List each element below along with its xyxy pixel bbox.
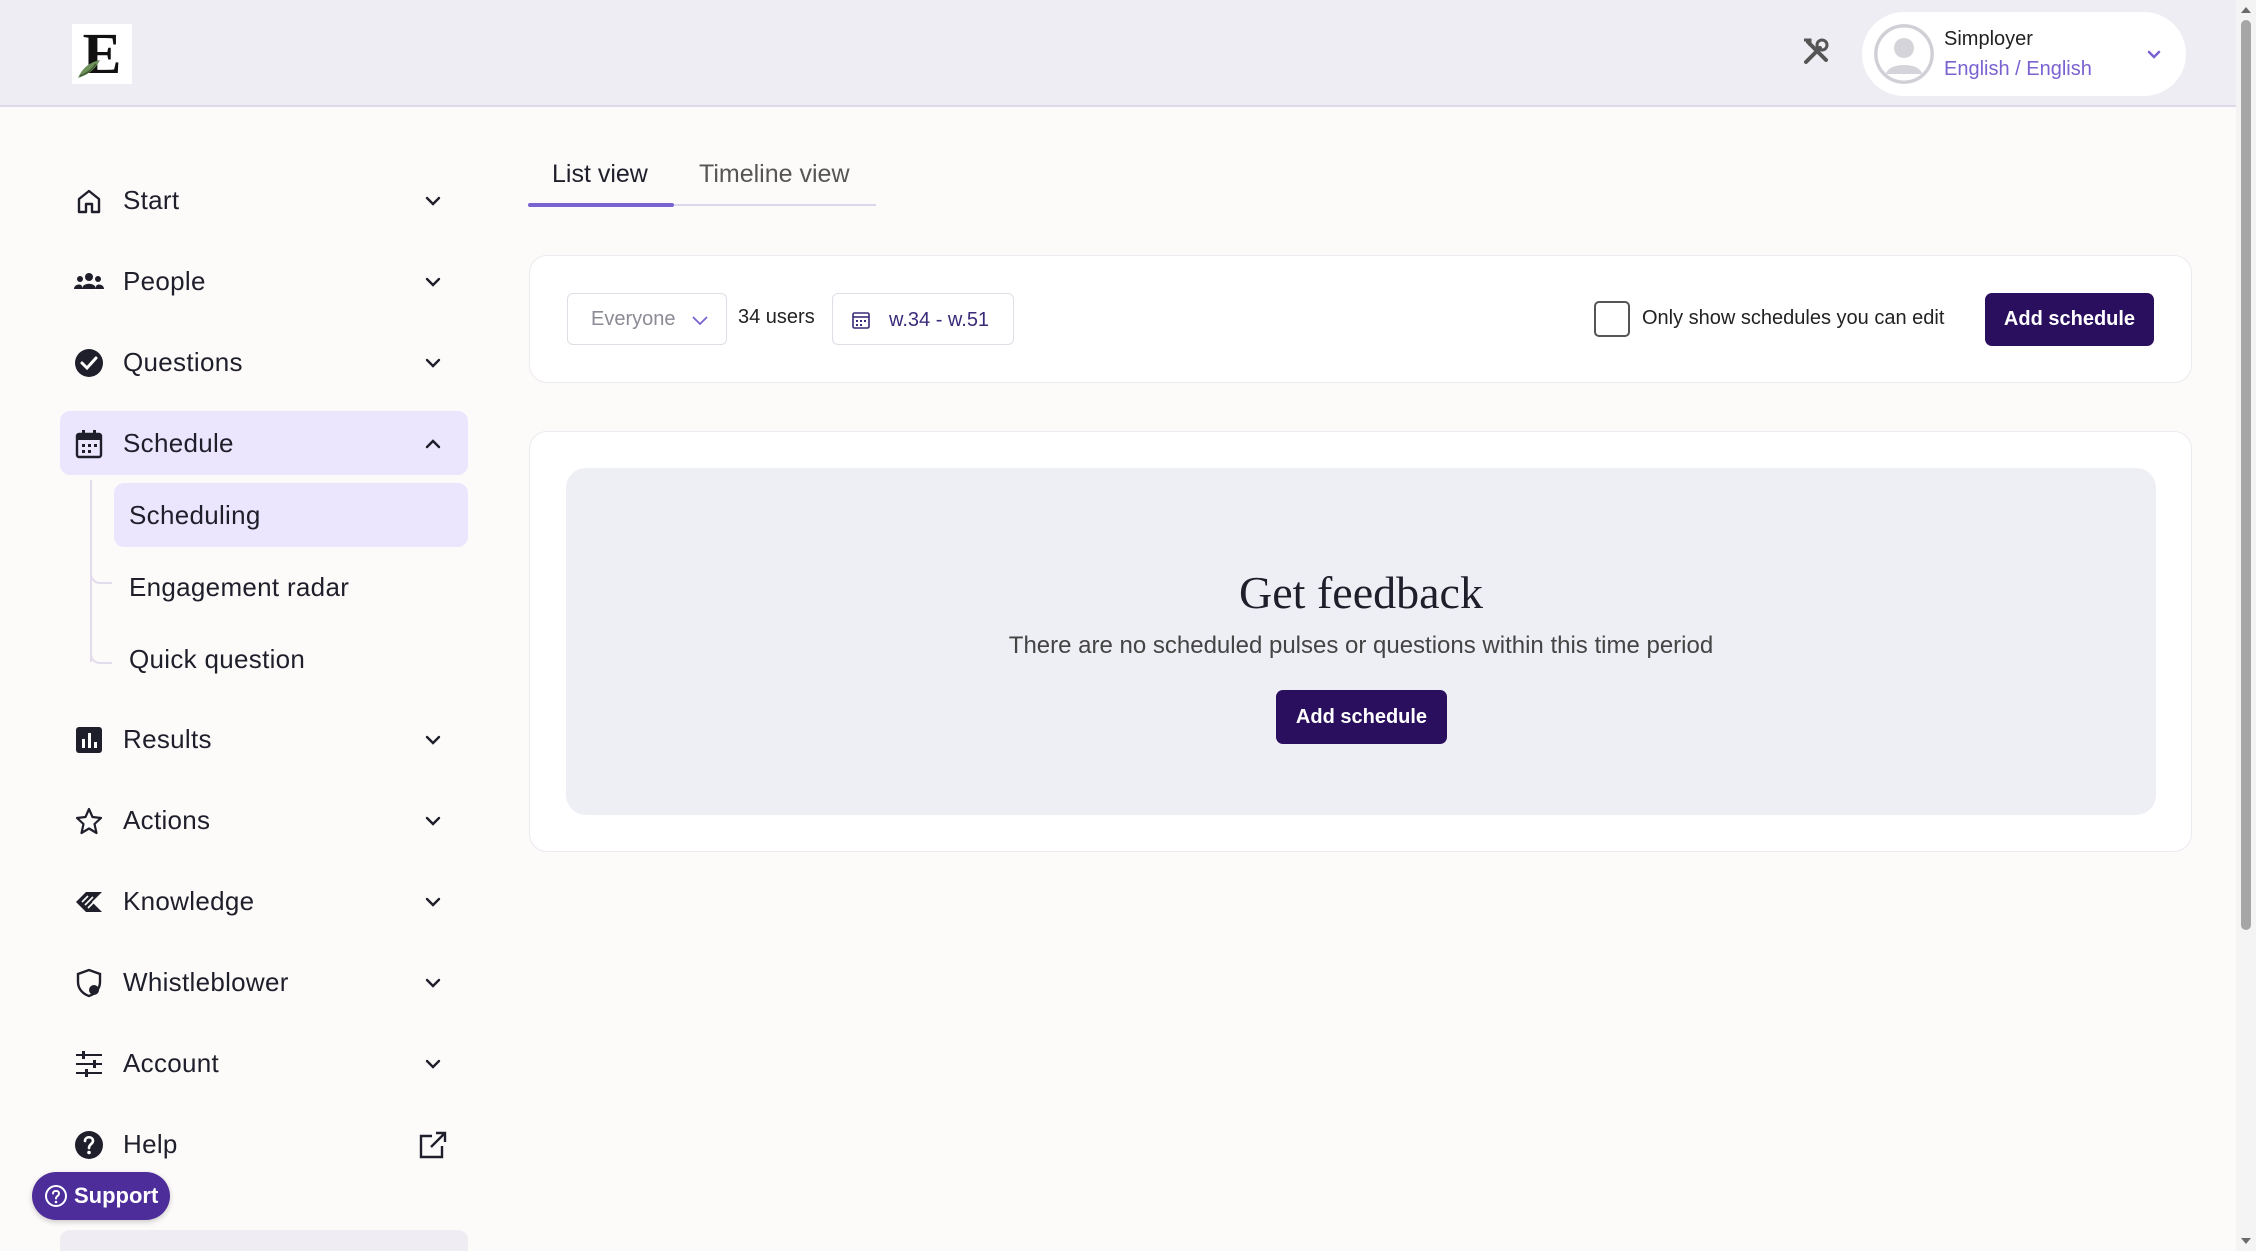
audience-select[interactable]: Everyone xyxy=(567,293,727,345)
tools-icon[interactable] xyxy=(1800,36,1832,68)
sidebar-item-account[interactable]: Account xyxy=(60,1031,468,1095)
only-editable-checkbox[interactable] xyxy=(1594,301,1630,337)
chevron-down-icon xyxy=(692,316,708,326)
sidebar-collapse-toggle[interactable] xyxy=(60,1230,468,1251)
home-icon xyxy=(77,189,101,214)
users-count: 34 users xyxy=(738,306,815,328)
week-range-label: w.34 - w.51 xyxy=(889,309,990,331)
sidebar-item-schedule[interactable]: Schedule xyxy=(60,411,468,475)
sliders-icon xyxy=(76,1051,102,1077)
sidebar-item-label: Help xyxy=(123,1129,178,1159)
sidebar-item-label: Knowledge xyxy=(123,886,255,916)
schedule-list-panel: Get feedback There are no scheduled puls… xyxy=(529,431,2192,852)
sidebar-item-label: Account xyxy=(123,1048,220,1078)
chevron-down-icon[interactable] xyxy=(2144,44,2164,64)
sidebar-item-label: Start xyxy=(123,185,180,215)
tab-list-view[interactable]: List view xyxy=(552,160,648,189)
sidebar-item-questions[interactable]: Questions xyxy=(60,330,468,394)
user-menu[interactable]: Simployer English / English xyxy=(1862,12,2186,96)
sidebar-item-label: People xyxy=(123,266,206,296)
shield-icon xyxy=(76,968,102,998)
sidebar-subitem-label: Engagement radar xyxy=(129,572,350,602)
sidebar-item-label: Results xyxy=(123,724,212,754)
sidebar-item-whistleblower[interactable]: Whistleblower xyxy=(60,950,468,1014)
help-icon xyxy=(75,1131,103,1159)
chevron-down-icon xyxy=(425,277,441,287)
user-icon xyxy=(1874,24,1934,84)
active-tab-indicator xyxy=(528,203,674,207)
user-name: Simployer xyxy=(1944,28,2033,50)
calendar-icon xyxy=(75,430,103,459)
sidebar-subitem-label: Scheduling xyxy=(129,500,261,530)
chevron-down-icon xyxy=(425,978,441,988)
avatar xyxy=(1874,24,1934,84)
chevron-down-icon xyxy=(425,897,441,907)
chevron-up-icon xyxy=(425,439,441,449)
knowledge-icon xyxy=(76,892,102,912)
chevron-down-icon xyxy=(425,735,441,745)
sidebar-subitem-scheduling[interactable]: Scheduling xyxy=(114,483,468,547)
check-circle-icon xyxy=(75,349,103,377)
sidebar-subitem-engagement-radar[interactable]: Engagement radar xyxy=(114,555,468,619)
sidebar-subitem-quick-question[interactable]: Quick question xyxy=(114,627,468,691)
user-language: English / English xyxy=(1944,58,2092,80)
empty-state-message: There are no scheduled pulses or questio… xyxy=(1008,632,1714,659)
week-range-picker[interactable]: w.34 - w.51 xyxy=(832,293,1014,345)
scroll-thumb[interactable] xyxy=(2241,20,2251,930)
sidebar-item-label: Schedule xyxy=(123,428,234,458)
audience-select-value: Everyone xyxy=(591,308,676,330)
support-button[interactable]: Support xyxy=(32,1172,170,1220)
sidebar-subitem-label: Quick question xyxy=(129,644,306,674)
empty-state-title: Get feedback xyxy=(1239,567,1483,618)
sidebar-item-actions[interactable]: Actions xyxy=(60,788,468,852)
only-editable-label: Only show schedules you can edit xyxy=(1642,307,1945,329)
external-link-icon xyxy=(419,1131,447,1159)
sidebar-item-label: Whistleblower xyxy=(123,967,289,997)
empty-state: Get feedback There are no scheduled puls… xyxy=(566,468,2156,815)
chevron-down-icon xyxy=(425,816,441,826)
sidebar-item-label: Actions xyxy=(123,805,211,835)
people-icon xyxy=(74,273,104,289)
sidebar-item-people[interactable]: People xyxy=(60,249,468,313)
add-schedule-button[interactable]: Add schedule xyxy=(1276,690,1447,744)
sidebar-item-knowledge[interactable]: Knowledge xyxy=(60,869,468,933)
leaf-icon xyxy=(78,60,100,78)
chevron-down-icon xyxy=(425,1059,441,1069)
support-label: Support xyxy=(74,1183,159,1208)
sidebar-item-results[interactable]: Results xyxy=(60,707,468,771)
submenu-connector xyxy=(90,568,112,584)
scroll-up-icon[interactable] xyxy=(2240,4,2252,16)
submenu-connector xyxy=(90,648,112,664)
sidebar-item-label: Questions xyxy=(123,347,243,377)
add-schedule-button[interactable]: Add schedule xyxy=(1985,293,2154,346)
company-logo[interactable]: E xyxy=(72,24,132,84)
tab-timeline-view[interactable]: Timeline view xyxy=(699,160,850,189)
scrollbar[interactable] xyxy=(2236,0,2256,1251)
bar-chart-icon xyxy=(76,727,102,753)
chevron-down-icon xyxy=(425,358,441,368)
calendar-icon xyxy=(852,312,870,329)
chevron-down-icon xyxy=(425,196,441,206)
filter-bar: Everyone 34 users w.34 - w.51 Only show … xyxy=(529,255,2192,383)
top-bar: E Simployer English / English xyxy=(0,0,2236,107)
sidebar-item-help[interactable]: Help xyxy=(60,1112,468,1176)
scroll-down-icon[interactable] xyxy=(2240,1235,2252,1247)
star-icon xyxy=(75,807,103,835)
sidebar-item-start[interactable]: Start xyxy=(60,168,468,232)
help-icon xyxy=(45,1185,67,1207)
